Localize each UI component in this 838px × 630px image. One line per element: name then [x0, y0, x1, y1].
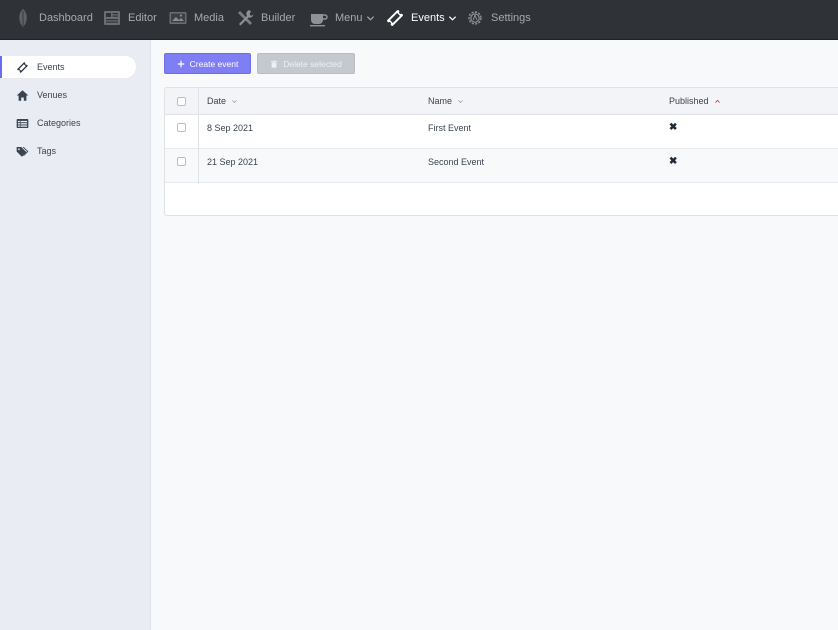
leaf-icon	[12, 7, 34, 29]
select-all-checkbox[interactable]	[177, 97, 186, 106]
nav-label-events: Events	[411, 12, 445, 24]
column-label: Name	[428, 96, 453, 106]
cell-name: Second Event	[428, 157, 485, 167]
column-label: Published	[669, 96, 709, 106]
sidebar-item-categories[interactable]: Categories	[0, 112, 136, 134]
cell-name: First Event	[428, 123, 472, 133]
row-checkbox[interactable]	[177, 123, 186, 132]
sidebar: Events Venues Categories Tags	[0, 40, 151, 630]
nav-label-menu: Menu	[335, 12, 363, 24]
unpublished-icon: ✖	[669, 156, 678, 167]
unpublished-icon: ✖	[669, 122, 678, 133]
trash-icon	[270, 59, 278, 68]
cell-date: 21 Sep 2021	[207, 157, 259, 167]
tags-icon	[15, 144, 29, 158]
sidebar-item-events[interactable]: Events	[0, 56, 136, 78]
sidebar-item-tags[interactable]: Tags	[0, 140, 136, 162]
column-header-date[interactable]: Date	[207, 96, 238, 106]
sidebar-item-label: Venues	[37, 90, 68, 100]
top-navigation-bar: Dashboard Editor Media Builder Menu Even…	[0, 0, 838, 40]
delete-selected-label: Delete selected	[283, 58, 342, 69]
sidebar-item-venues[interactable]: Venues	[0, 84, 136, 106]
nav-item-dashboard[interactable]: Dashboard	[12, 0, 93, 36]
table-row[interactable]: 8 Sep 2021 First Event ✖	[165, 115, 838, 149]
image-icon	[167, 7, 189, 29]
create-event-button[interactable]: Create event	[164, 53, 251, 74]
home-icon	[15, 88, 29, 102]
ticket-icon	[15, 60, 29, 74]
coffee-icon	[308, 7, 330, 29]
cell-date: 8 Sep 2021	[207, 123, 254, 133]
nav-item-events[interactable]: Events	[384, 0, 457, 36]
nav-label-editor: Editor	[128, 12, 157, 24]
newspaper-icon	[101, 7, 123, 29]
nav-item-builder[interactable]: Builder	[234, 0, 295, 36]
plus-icon	[177, 60, 185, 68]
nav-label-dashboard: Dashboard	[39, 12, 93, 24]
create-event-label: Create event	[189, 58, 239, 69]
nav-label-media: Media	[194, 12, 224, 24]
column-header-name[interactable]: Name	[428, 96, 464, 106]
sidebar-item-label: Events	[37, 62, 65, 72]
chevron-down-icon	[448, 14, 457, 23]
chevron-down-icon	[231, 98, 238, 105]
nav-label-builder: Builder	[261, 12, 296, 24]
gear-icon	[464, 7, 486, 29]
table-row[interactable]: 21 Sep 2021 Second Event ✖	[165, 149, 838, 183]
column-header-published[interactable]: Published	[669, 96, 721, 106]
events-table: Date Name Published 8 Sep 2021 First Eve…	[164, 87, 838, 216]
column-label: Date	[207, 96, 227, 106]
chevron-up-icon	[714, 98, 721, 105]
chevron-down-icon	[366, 14, 375, 23]
sidebar-item-label: Categories	[37, 118, 81, 128]
nav-item-media[interactable]: Media	[167, 0, 224, 36]
column-divider	[198, 88, 199, 184]
delete-selected-button[interactable]: Delete selected	[257, 53, 355, 74]
nav-item-editor[interactable]: Editor	[101, 0, 157, 36]
nav-item-settings[interactable]: Settings	[464, 0, 531, 36]
nav-label-settings: Settings	[491, 12, 531, 24]
list-icon	[15, 116, 29, 130]
nav-item-menu[interactable]: Menu	[308, 0, 375, 36]
ticket-icon	[384, 7, 406, 29]
row-checkbox[interactable]	[177, 157, 186, 166]
sidebar-item-label: Tags	[37, 146, 57, 156]
table-header: Date Name Published	[165, 88, 838, 115]
chevron-down-icon	[457, 98, 464, 105]
tools-icon	[234, 7, 256, 29]
